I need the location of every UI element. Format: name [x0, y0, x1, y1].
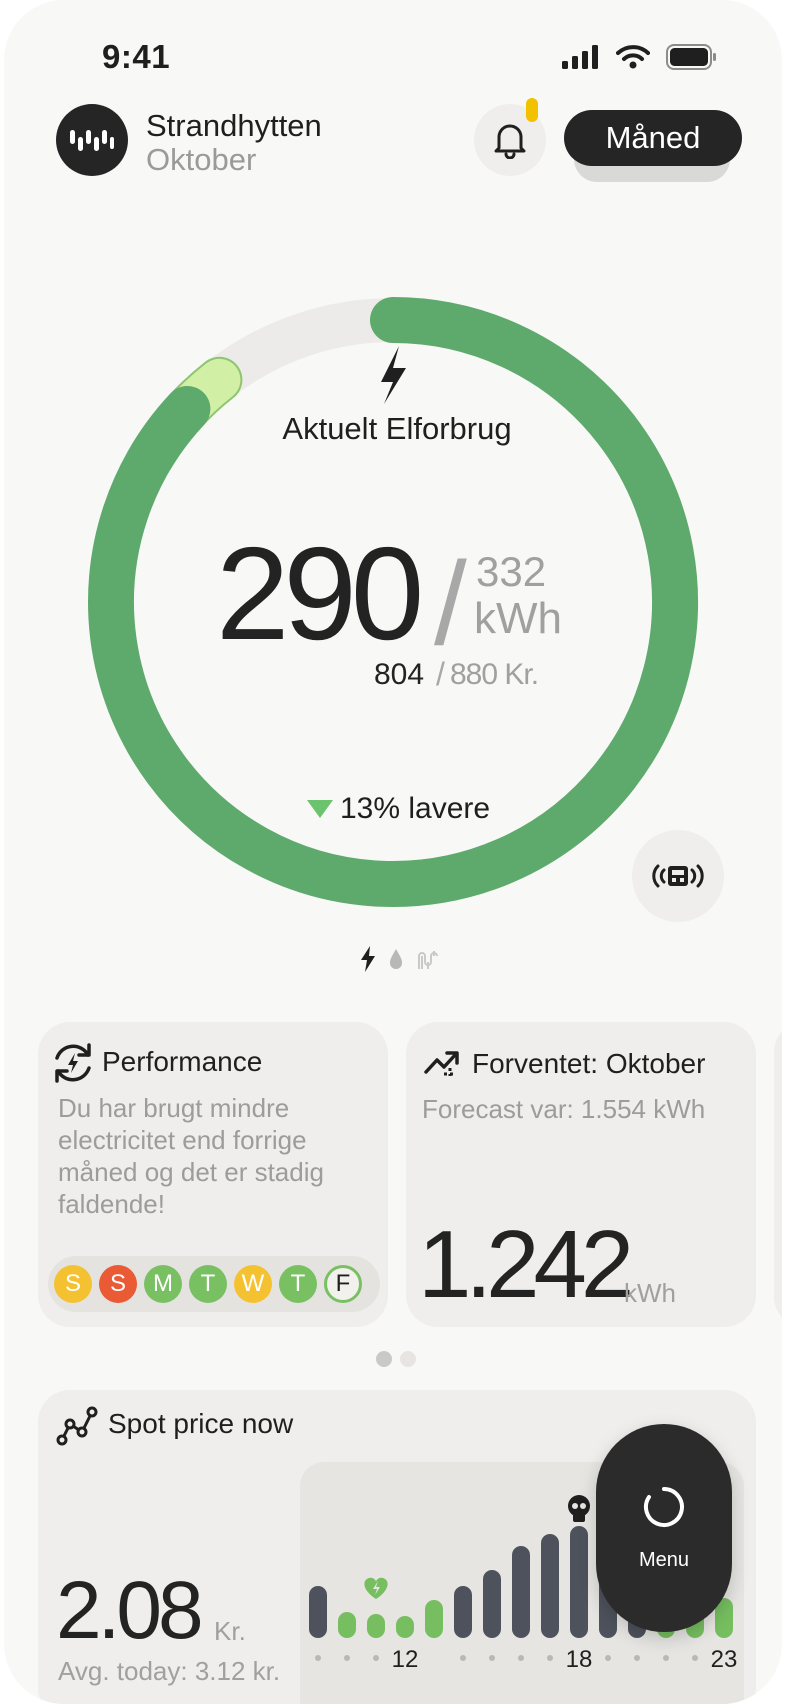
usage-delta: 13% lavere: [306, 792, 490, 826]
price-bar: [367, 1614, 385, 1638]
loading-ring-icon: [643, 1486, 684, 1527]
price-bar: [454, 1586, 472, 1638]
spot-price: 2.08: [56, 1565, 204, 1656]
price-bar: [570, 1526, 588, 1638]
performance-title: Performance: [102, 1046, 263, 1077]
day-badge: M: [144, 1265, 182, 1303]
cost-current: 804: [374, 658, 425, 691]
performance-text: Du har brugt mindre electricitet end for…: [58, 1093, 324, 1219]
phone-screen: 9:41 Strandhytten Oktober Måned Aktuelt …: [4, 0, 782, 1704]
forecast-subtitle: Forecast var: 1.554 kWh: [422, 1094, 706, 1124]
hour-label: 12: [392, 1646, 419, 1673]
down-triangle-icon: [307, 800, 333, 818]
hour-label: 23: [711, 1646, 738, 1673]
forecast-title: Forventet: Oktober: [472, 1048, 706, 1079]
hour-axis: [315, 1655, 698, 1661]
utility-switcher[interactable]: [360, 946, 440, 972]
cost-total: 880 Kr.: [450, 658, 539, 691]
day-badge: T: [279, 1265, 317, 1303]
price-bar: [396, 1616, 414, 1638]
usage-unit: kWh: [474, 594, 562, 643]
usage-delta-text: 13% lavere: [340, 792, 491, 825]
day-badge-today: F: [324, 1265, 362, 1303]
usage-label: Aktuelt Elforbrug: [282, 411, 512, 446]
spot-unit: Kr.: [214, 1616, 246, 1646]
price-bar: [483, 1570, 501, 1638]
forecast-card[interactable]: Forventet: Oktober Forecast var: 1.554 k…: [406, 1022, 756, 1327]
menu-button[interactable]: Menu: [596, 1424, 732, 1632]
usage-divider: /: [434, 538, 467, 670]
price-bar: [541, 1534, 559, 1638]
day-badge: W: [234, 1265, 272, 1303]
price-graph-icon: [56, 1406, 98, 1446]
menu-label: Menu: [638, 1548, 690, 1571]
water-icon[interactable]: [388, 948, 404, 970]
card-pager[interactable]: [376, 1351, 416, 1367]
price-bar: [512, 1546, 530, 1638]
pager-dot[interactable]: [400, 1351, 416, 1367]
day-badge: S: [54, 1265, 92, 1303]
heating-icon[interactable]: [416, 947, 440, 971]
spot-average: Avg. today: 3.12 kr.: [58, 1656, 281, 1686]
pager-dot-active[interactable]: [376, 1351, 392, 1367]
day-badge: S: [99, 1265, 137, 1303]
usage-target: 332: [476, 548, 547, 595]
next-card-peek[interactable]: [774, 1022, 782, 1327]
forecast-value: 1.242: [418, 1211, 634, 1318]
trend-up-icon: [424, 1051, 459, 1076]
refresh-bolt-icon: [55, 1043, 91, 1083]
usage-current: 290: [216, 520, 424, 667]
spot-title: Spot price now: [108, 1408, 294, 1439]
meter-signal-icon: [652, 864, 704, 888]
skull-icon: [568, 1495, 590, 1522]
performance-card[interactable]: Performance Du har brugt mindre electric…: [38, 1022, 388, 1327]
electricity-icon[interactable]: [360, 946, 376, 972]
cost-divider: /: [436, 656, 445, 692]
bolt-icon: [381, 346, 406, 404]
forecast-unit: kWh: [624, 1278, 676, 1308]
day-badge: T: [189, 1265, 227, 1303]
hour-label: 18: [566, 1646, 593, 1673]
price-bar: [338, 1612, 356, 1638]
price-bar: [425, 1600, 443, 1638]
meter-button[interactable]: [632, 830, 724, 922]
weekday-streak: S S M T W T F: [48, 1256, 380, 1312]
price-bar: [309, 1586, 327, 1638]
